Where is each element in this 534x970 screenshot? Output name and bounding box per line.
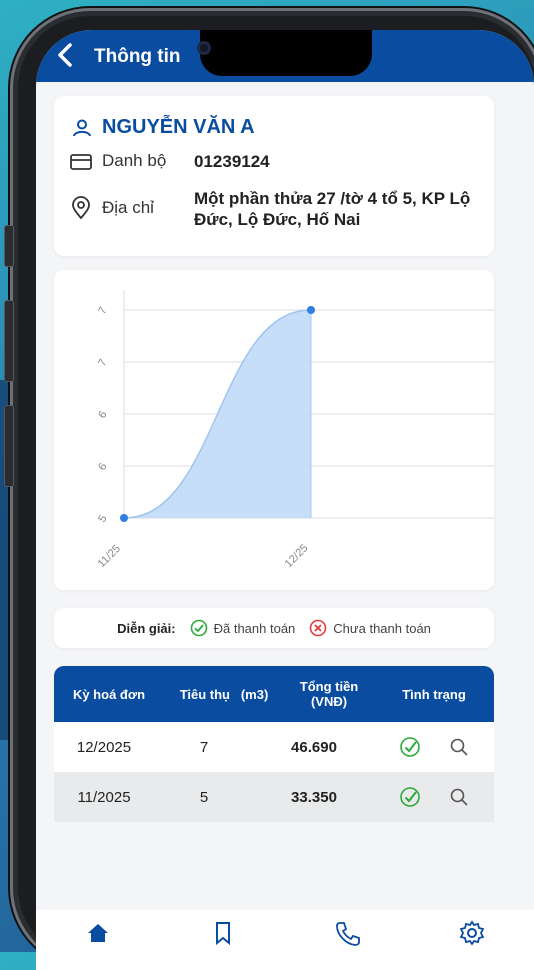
danh-bo-value: 01239124 xyxy=(194,152,270,171)
location-pin-icon xyxy=(72,196,90,220)
search-icon[interactable] xyxy=(449,787,469,807)
x-tick-label: 12/25 xyxy=(283,542,311,570)
chevron-left-icon[interactable] xyxy=(52,40,82,70)
card-icon xyxy=(70,154,92,170)
table-header: Kỳ hoá đơn Tiêu thụ (m3) Tổng tiền (VNĐ)… xyxy=(54,666,494,722)
usage-chart: 5 6 6 7 7 11/25 12/25 xyxy=(96,290,494,570)
customer-name: NGUYỄN VĂN A xyxy=(102,116,255,138)
legend-unpaid: Chưa thanh toán xyxy=(309,619,431,637)
row-total: 33.350 xyxy=(291,788,337,806)
data-point xyxy=(120,514,128,522)
row-period: 12/2025 xyxy=(76,738,132,756)
header-status: Tình trạng xyxy=(402,686,466,702)
front-camera xyxy=(197,41,211,55)
check-circle-icon xyxy=(190,619,207,637)
y-tick-label: 6 xyxy=(96,409,109,420)
side-button xyxy=(4,225,14,267)
legend-unpaid-label: Chưa thanh toán xyxy=(333,620,431,636)
row-period: 11/2025 xyxy=(77,788,131,806)
search-icon[interactable] xyxy=(449,737,469,757)
bookmark-icon[interactable] xyxy=(210,920,236,946)
app-screen: Thông tin NGUYỄN VĂN A Danh bộ 01239124 … xyxy=(36,30,534,970)
page-title: Thông tin xyxy=(94,46,181,67)
bill-table: Kỳ hoá đơn Tiêu thụ (m3) Tổng tiền (VNĐ)… xyxy=(54,666,494,822)
data-point xyxy=(307,306,315,314)
x-tick-label: 11/25 xyxy=(96,543,123,570)
row-usage: 5 xyxy=(199,788,209,806)
legend-bar: Diễn giải: Đã thanh toán Chưa thanh toán xyxy=(54,608,494,648)
y-tick-label: 7 xyxy=(96,305,109,316)
phone-icon[interactable] xyxy=(334,920,361,946)
row-usage: 7 xyxy=(199,738,209,756)
customer-info-card: NGUYỄN VĂN A Danh bộ 01239124 Địa chỉ Mộ… xyxy=(54,96,494,256)
check-circle-icon xyxy=(400,787,420,807)
x-circle-icon xyxy=(309,619,327,637)
header-total: Tổng tiền (VNĐ) xyxy=(299,679,359,709)
danh-bo-label: Danh bộ xyxy=(102,151,167,170)
header-period: Kỳ hoá đơn xyxy=(72,686,146,702)
y-tick-label: 5 xyxy=(96,513,109,524)
y-tick-label: 6 xyxy=(96,461,109,472)
side-button xyxy=(4,300,14,382)
table-row[interactable]: 11/2025 5 33.350 xyxy=(54,772,494,822)
legend-title: Diễn giải: xyxy=(117,620,176,636)
gear-icon[interactable] xyxy=(459,920,485,946)
side-button xyxy=(4,405,14,487)
header-usage: Tiêu thụ (m3) xyxy=(179,686,269,702)
dia-chi-label: Địa chỉ xyxy=(102,198,154,217)
phone-notch xyxy=(200,30,372,76)
bottom-nav xyxy=(36,910,534,970)
legend-paid-label: Đã thanh toán xyxy=(213,620,296,636)
dia-chi-value: Một phần thửa 27 /tờ 4 tổ 5, KP Lộ Đức, … xyxy=(194,189,471,229)
table-row[interactable]: 12/2025 7 46.690 xyxy=(54,722,494,772)
check-circle-icon xyxy=(400,737,420,757)
y-tick-label: 7 xyxy=(96,357,109,368)
user-icon xyxy=(73,119,91,136)
usage-chart-card: 5 6 6 7 7 11/25 12/25 xyxy=(54,270,494,590)
legend-paid: Đã thanh toán xyxy=(190,619,296,637)
row-total: 46.690 xyxy=(291,738,337,756)
home-icon[interactable] xyxy=(85,920,111,946)
